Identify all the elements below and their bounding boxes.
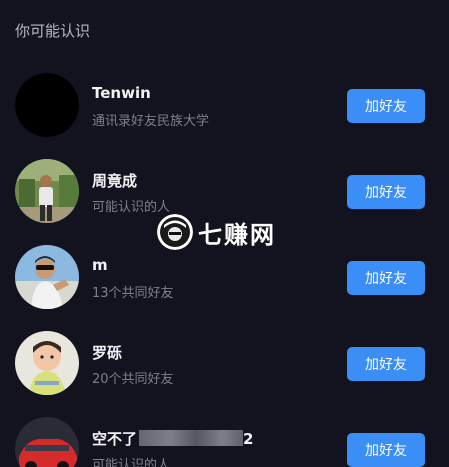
add-friend-button[interactable]: 加好友 xyxy=(347,89,425,123)
watermark-text: 七赚网 xyxy=(198,220,276,249)
contact-name: 罗砾 xyxy=(92,344,123,362)
friend-suggestions-screen: 你可能认识 Tenwin 通讯录好友民族大学 加好友 周竟成 可能认识的人 加好… xyxy=(0,0,449,467)
suggestion-row[interactable]: Tenwin 通讯录好友民族大学 加好友 xyxy=(0,73,449,143)
add-friend-button[interactable]: 加好友 xyxy=(347,347,425,381)
watermark-logo-icon xyxy=(157,214,193,250)
contact-name: 空不了 2 xyxy=(92,428,253,449)
avatar[interactable] xyxy=(15,417,79,467)
contact-name: 周竟成 xyxy=(92,172,138,190)
suggestion-row[interactable]: m 13个共同好友 加好友 xyxy=(0,245,449,315)
avatar[interactable] xyxy=(15,245,79,309)
contact-name-tail: 2 xyxy=(243,430,254,448)
watermark: 七赚网 xyxy=(157,213,276,251)
contact-subtitle: 13个共同好友 xyxy=(92,286,174,301)
contact-name: m xyxy=(92,256,108,274)
suggestion-row[interactable]: 罗砾 20个共同好友 加好友 xyxy=(0,331,449,401)
suggestion-row[interactable]: 空不了 2 可能认识的人 加好友 xyxy=(0,417,449,467)
add-friend-button[interactable]: 加好友 xyxy=(347,433,425,467)
section-title: 你可能认识 xyxy=(15,22,91,40)
contact-subtitle: 可能认识的人 xyxy=(92,458,171,467)
contact-subtitle: 通讯录好友民族大学 xyxy=(92,114,210,129)
add-friend-button[interactable]: 加好友 xyxy=(347,261,425,295)
contact-subtitle: 20个共同好友 xyxy=(92,372,174,387)
contact-name-visible: 空不了 xyxy=(92,430,138,448)
avatar[interactable] xyxy=(15,73,79,137)
add-friend-button[interactable]: 加好友 xyxy=(347,175,425,209)
contact-name: Tenwin xyxy=(92,84,151,102)
avatar[interactable] xyxy=(15,331,79,395)
redacted-blur xyxy=(139,430,244,446)
avatar[interactable] xyxy=(15,159,79,223)
